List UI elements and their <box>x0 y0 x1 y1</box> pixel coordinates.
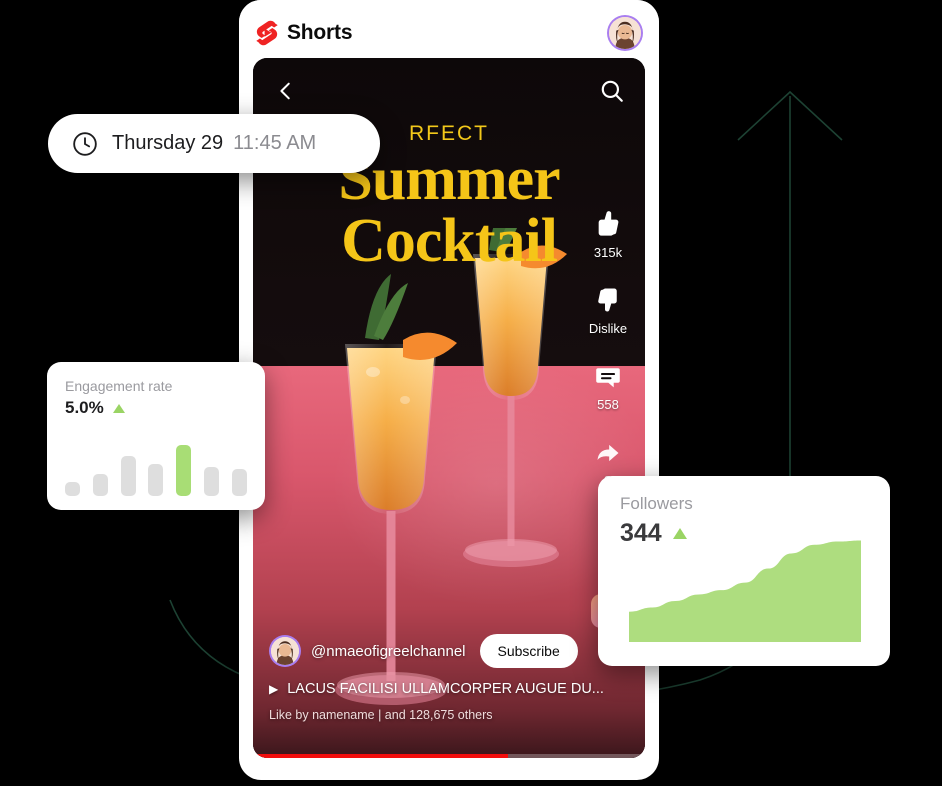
channel-avatar[interactable] <box>269 635 301 667</box>
subscribe-button[interactable]: Subscribe <box>479 634 578 668</box>
engagement-bar <box>92 473 108 496</box>
time-widget-day: Thursday 29 <box>112 132 224 154</box>
thumbs-down-icon <box>598 211 619 236</box>
engagement-rate-value: 5.0% <box>65 398 104 417</box>
engagement-bar <box>120 456 136 496</box>
engagement-bar <box>204 467 220 496</box>
user-avatar-icon <box>609 17 641 49</box>
back-button[interactable] <box>271 76 301 106</box>
engagement-rate-value-row: 5.0% <box>65 398 247 418</box>
channel-handle: @nmaeofigreelchannel <box>311 642 466 660</box>
followers-area-chart <box>629 534 861 642</box>
caption-text: LACUS FACILISI ULLAMCORPER AUGUE DU... <box>287 681 604 697</box>
rail-item-comments[interactable]: 558 <box>591 360 625 412</box>
play-triangle-icon: ▶ <box>269 682 279 696</box>
engagement-bar <box>231 469 247 496</box>
followers-widget: Followers 344 <box>598 476 890 666</box>
scene: Shorts RFECT Summer Cocktail 315k Dislik… <box>0 0 942 786</box>
channel-avatar-icon <box>271 637 299 665</box>
clock-icon <box>73 131 97 156</box>
trend-up-icon <box>112 403 125 413</box>
channel-row: @nmaeofigreelchannel Subscribe <box>269 634 629 668</box>
app-header: Shorts <box>239 0 659 66</box>
shorts-bolt-icon <box>256 20 278 46</box>
video-progress-bar[interactable] <box>253 754 645 758</box>
app-title: Shorts <box>287 21 353 44</box>
time-widget: Thursday 29 11:45 AM <box>48 114 380 173</box>
rail-label: Dislike <box>588 321 628 336</box>
time-widget-time: 11:45 AM <box>233 132 317 154</box>
engagement-bar <box>176 444 192 496</box>
engagement-bar <box>148 464 164 496</box>
header-avatar[interactable] <box>607 15 643 51</box>
chevron-left-icon <box>280 82 290 100</box>
search-icon <box>601 80 623 102</box>
engagement-bar <box>65 481 80 496</box>
rail-label: 315k <box>593 245 623 260</box>
video-caption[interactable]: ▶ LACUS FACILISI ULLAMCORPER AUGUE DU... <box>269 681 629 697</box>
search-button[interactable] <box>597 76 627 106</box>
followers-area-path <box>629 540 861 642</box>
video-meta: @nmaeofigreelchannel Subscribe ▶ LACUS F… <box>269 634 629 722</box>
comment-icon <box>596 368 620 388</box>
rail-item-dislike-count[interactable]: 315k <box>591 208 625 260</box>
engagement-rate-label: Engagement rate <box>65 378 173 394</box>
video-progress-fill <box>253 754 508 758</box>
rail-label: 558 <box>597 397 619 412</box>
followers-label: Followers <box>620 494 693 513</box>
share-icon <box>597 444 619 462</box>
rail-item-dislike[interactable]: Dislike <box>589 284 627 336</box>
engagement-rate-widget: Engagement rate 5.0% <box>47 362 265 510</box>
likes-text: Like by namename | and 128,675 others <box>269 708 493 722</box>
thumbs-up-icon <box>598 288 617 312</box>
engagement-bar-chart <box>65 432 247 496</box>
